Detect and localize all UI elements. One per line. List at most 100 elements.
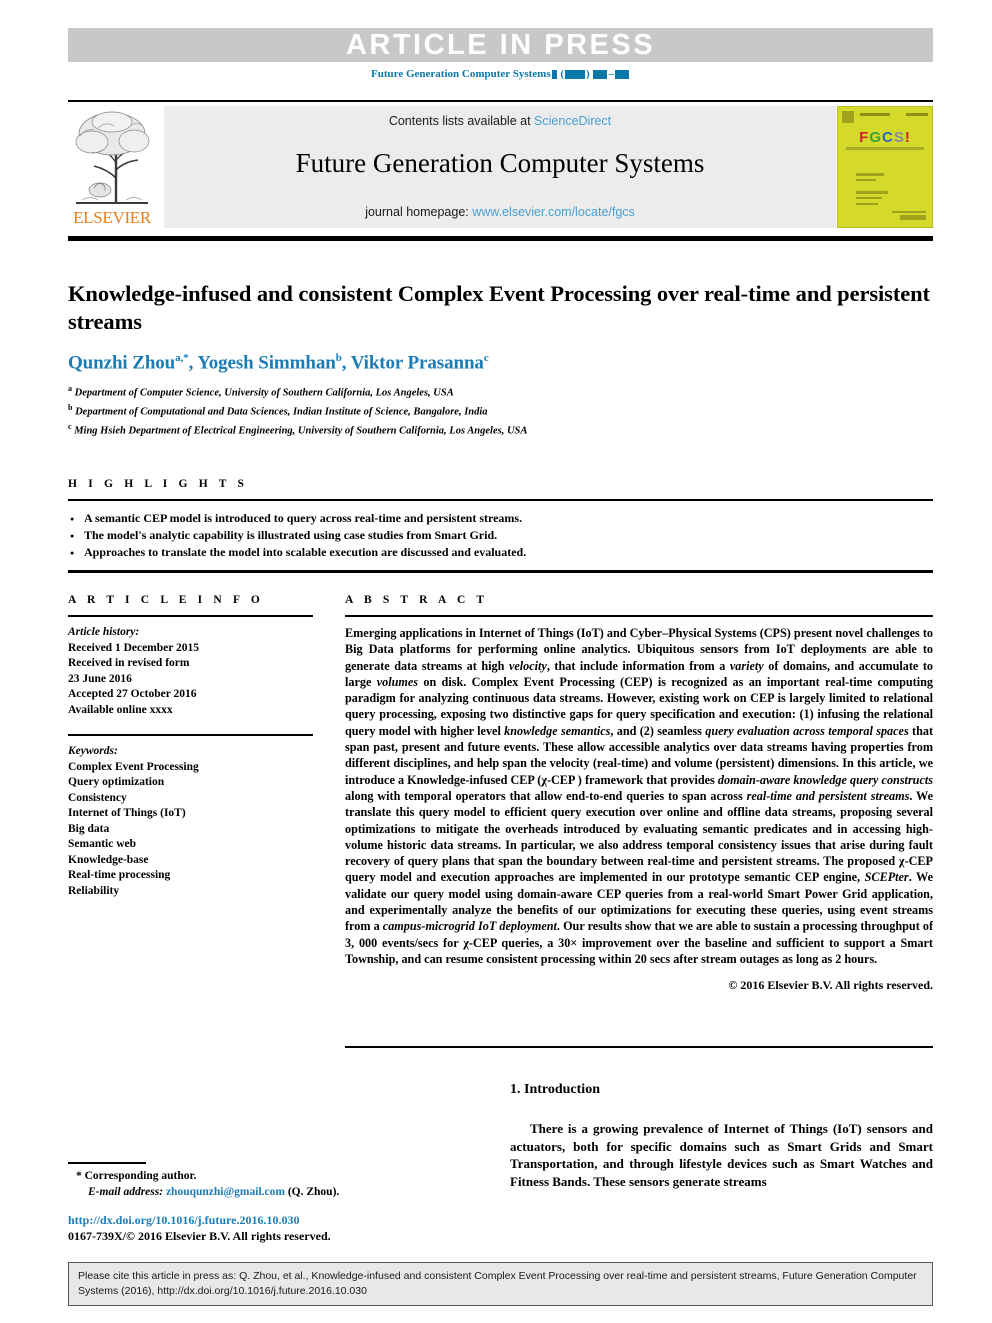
- abstract-heading: A B S T R A C T: [345, 594, 489, 606]
- highlights-heading: H I G H L I G H T S: [68, 478, 249, 490]
- cover-fgcs-logo: FGCS!: [838, 129, 932, 146]
- corresponding-author-note: * Corresponding author.: [76, 1170, 197, 1182]
- journal-homepage-line: journal homepage: www.elsevier.com/locat…: [164, 205, 836, 219]
- article-history-item: 23 June 2016: [68, 672, 132, 685]
- article-first-page: ARTICLE IN PRESS Future Generation Compu…: [0, 0, 992, 1323]
- keywords-block: Keywords: Complex Event Processing Query…: [68, 744, 313, 899]
- keyword-item: Big data: [68, 822, 110, 835]
- article-history-item: Accepted 27 October 2016: [68, 688, 197, 700]
- affiliation-list: a Department of Computer Science, Univer…: [68, 382, 933, 439]
- article-info-rule: [68, 615, 313, 617]
- cover-volume-text-bar: [860, 113, 890, 116]
- author-list: Qunzhi Zhoua,*, Yogesh Simmhanb, Viktor …: [68, 352, 489, 374]
- cover-letter-c: C: [881, 129, 894, 146]
- keyword-item: Real-time processing: [68, 869, 171, 881]
- highlights-top-rule: [68, 499, 933, 501]
- contents-list-line: Contents lists available at ScienceDirec…: [164, 114, 836, 128]
- cover-body-bar-1: [856, 173, 884, 176]
- sciencedirect-link[interactable]: ScienceDirect: [534, 114, 611, 128]
- cover-footer-bar-2: [900, 215, 926, 220]
- journal-masthead: ELSEVIER Contents lists available at Sci…: [68, 106, 933, 230]
- keyword-item: Consistency: [68, 791, 127, 804]
- article-info-section: A R T I C L E I N F O Article history: R…: [68, 594, 313, 899]
- masthead-bottom-rule: [68, 236, 933, 241]
- footnote-block: * Corresponding author. E-mail address: …: [68, 1168, 468, 1200]
- author-name[interactable]: Qunzhi Zhou: [68, 352, 175, 373]
- abstract-rule: [345, 615, 933, 617]
- keywords-label: Keywords:: [68, 745, 118, 757]
- keyword-item: Complex Event Processing: [68, 760, 199, 773]
- introduction-heading: 1. Introduction: [510, 1082, 600, 1097]
- contents-list-label: Contents lists available at: [388, 114, 531, 128]
- article-history-label: Article history:: [68, 626, 140, 638]
- journal-title: Future Generation Computer Systems: [295, 148, 705, 178]
- journal-homepage-label: journal homepage:: [365, 205, 469, 219]
- cover-letter-g: G: [869, 129, 882, 146]
- author-affiliation-mark: a,*: [175, 352, 189, 364]
- cover-letter-f: F: [859, 129, 870, 146]
- page-title: Knowledge-infused and consistent Complex…: [68, 281, 930, 334]
- cover-header-strip: [842, 111, 928, 123]
- introduction-section: 1. Introduction There is a growing preva…: [510, 1082, 933, 1190]
- affiliation-item: b Department of Computational and Data S…: [68, 401, 933, 420]
- article-history-block: Article history: Received 1 December 201…: [68, 625, 313, 718]
- article-info-heading: A R T I C L E I N F O: [68, 594, 264, 606]
- author-name[interactable]: Viktor Prasanna: [351, 352, 484, 373]
- keyword-item: Internet of Things (IoT): [68, 807, 186, 819]
- author-name[interactable]: Yogesh Simmhan: [197, 352, 336, 373]
- year-placeholder-block: [565, 69, 586, 79]
- keyword-item: Knowledge-base: [68, 853, 149, 866]
- cite-this-article-text: Please cite this article in press as: Q.…: [78, 1270, 917, 1297]
- doi-block: http://dx.doi.org/10.1016/j.future.2016.…: [68, 1213, 508, 1244]
- affiliation-item: c Ming Hsieh Department of Electrical En…: [68, 420, 933, 439]
- article-in-press-label: ARTICLE IN PRESS: [345, 29, 656, 61]
- highlights-section: H I G H L I G H T S A semantic CEP model…: [68, 478, 933, 573]
- article-in-press-banner: ARTICLE IN PRESS: [68, 28, 933, 62]
- affiliation-text: Ming Hsieh Department of Electrical Engi…: [74, 425, 528, 437]
- cover-body-bar-5: [856, 203, 878, 205]
- keyword-item: Query optimization: [68, 776, 165, 788]
- endpage-placeholder-block: [614, 69, 629, 79]
- affiliation-mark: a: [68, 384, 72, 394]
- affiliation-text: Department of Computer Science, Universi…: [74, 387, 454, 399]
- list-item: Approaches to translate the model into s…: [68, 544, 933, 563]
- email-owner: (Q. Zhou).: [287, 1186, 340, 1198]
- cite-this-article-box: Please cite this article in press as: Q.…: [68, 1262, 933, 1306]
- highlights-bottom-rule: [68, 570, 933, 573]
- cover-subtitle-bar: [846, 147, 924, 150]
- introduction-top-rule: [345, 1046, 933, 1048]
- article-history-item: Received 1 December 2015: [68, 641, 200, 654]
- doi-link[interactable]: http://dx.doi.org/10.1016/j.future.2016.…: [68, 1213, 508, 1229]
- cover-body-bar-2: [856, 179, 876, 181]
- keyword-item: Reliability: [68, 884, 120, 897]
- journal-reference-text: Future Generation Computer Systems: [371, 68, 551, 80]
- journal-title-box: Contents lists available at ScienceDirec…: [164, 106, 836, 228]
- affiliation-mark: b: [68, 403, 73, 413]
- list-item: The model's analytic capability is illus…: [68, 527, 933, 546]
- cover-letter-bang: !: [904, 129, 911, 146]
- journal-homepage-link[interactable]: www.elsevier.com/locate/fgcs: [472, 205, 635, 219]
- issn-copyright-line: 0167-739X/© 2016 Elsevier B.V. All right…: [68, 1228, 331, 1243]
- highlights-list: A semantic CEP model is introduced to qu…: [68, 510, 933, 563]
- email-label: E-mail address:: [88, 1186, 164, 1198]
- email-link[interactable]: zhouqunzhi@gmail.com: [166, 1186, 285, 1198]
- elsevier-logo: ELSEVIER: [68, 106, 156, 230]
- affiliation-mark: c: [68, 422, 72, 432]
- article-history-item: Received in revised form: [68, 657, 190, 669]
- introduction-paragraph: There is a growing prevalence of Interne…: [510, 1121, 933, 1189]
- elsevier-wordmark: ELSEVIER: [73, 208, 151, 227]
- copyright-line: © 2016 Elsevier B.V. All rights reserved…: [728, 978, 933, 993]
- cover-footer-bar-1: [892, 211, 926, 213]
- cover-letter-s: S: [893, 129, 905, 146]
- list-item: A semantic CEP model is introduced to qu…: [68, 510, 933, 529]
- title-block: Knowledge-infused and consistent Complex…: [68, 280, 933, 439]
- cover-body-bar-3: [856, 191, 888, 194]
- email-note: E-mail address: zhouqunzhi@gmail.com (Q.…: [68, 1184, 468, 1200]
- journal-cover-thumbnail: FGCS!: [837, 106, 933, 228]
- affiliation-text: Department of Computational and Data Sci…: [75, 406, 488, 418]
- keyword-item: Semantic web: [68, 838, 137, 850]
- author-affiliation-mark: c: [483, 352, 489, 364]
- abstract-section: A B S T R A C T Emerging applications in…: [345, 594, 933, 993]
- abstract-text: Emerging applications in Internet of Thi…: [345, 626, 934, 966]
- cover-issn-text-bar: [906, 113, 928, 116]
